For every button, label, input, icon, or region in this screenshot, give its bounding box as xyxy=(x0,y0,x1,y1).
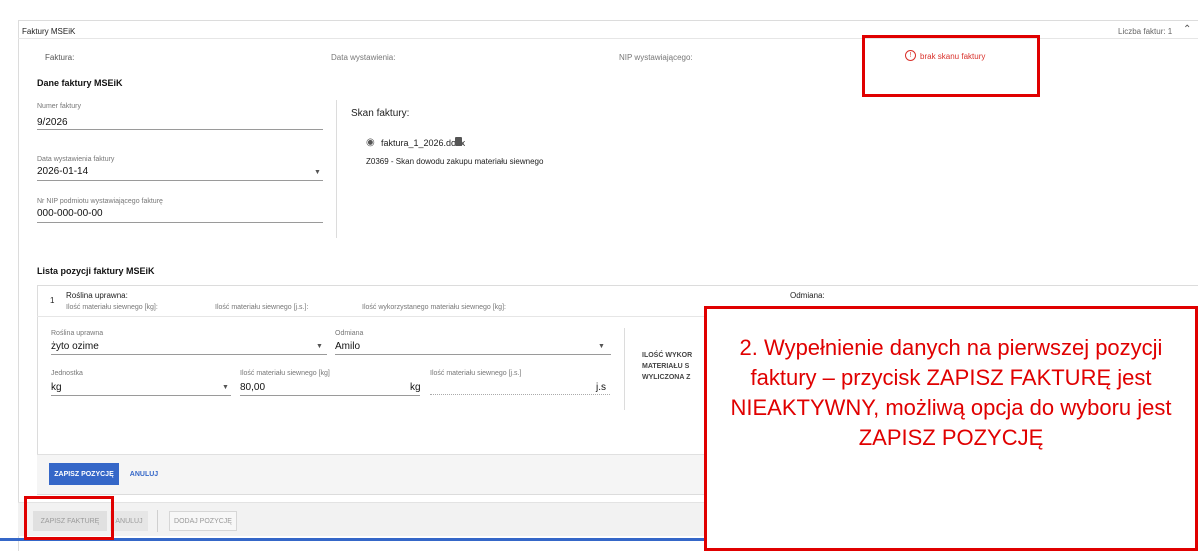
scan-file-link[interactable]: faktura_1_2026.docx xyxy=(381,138,465,148)
cancel-invoice-button[interactable]: ANULUJ xyxy=(110,511,148,531)
panel-title: Faktury MSEiK xyxy=(22,27,76,36)
form-divider xyxy=(624,328,625,410)
save-invoice-highlight-box xyxy=(24,496,114,540)
calc-label-line1: ILOŚĆ WYKOR xyxy=(642,352,693,359)
variety-select[interactable]: Amilo xyxy=(335,341,360,352)
calc-label-line3: WYLICZONA Z xyxy=(642,374,691,381)
date-dropdown-caret-icon[interactable]: ▼ xyxy=(314,169,321,176)
cancel-position-button[interactable]: ANULUJ xyxy=(124,463,164,485)
qty-kg-suffix: kg xyxy=(410,382,421,393)
invoice-date-input[interactable]: 2026-01-14 xyxy=(37,166,88,177)
trash-icon[interactable] xyxy=(455,137,462,146)
invoice-count: Liczba faktur: 1 xyxy=(1118,27,1173,36)
collapse-chevron-icon[interactable]: ⌃ xyxy=(1183,24,1191,35)
annotation-callout: 2. Wypełnienie danych na pierwszej pozyc… xyxy=(704,306,1198,551)
invoice-date-label: Data wystawienia faktury xyxy=(37,156,115,163)
variety-label: Odmiana xyxy=(335,330,364,337)
eye-icon[interactable]: ◉ xyxy=(366,137,375,148)
crop-select[interactable]: żyto ozime xyxy=(51,341,99,352)
variety-underline xyxy=(335,354,611,355)
annotation-text: 2. Wypełnienie danych na pierwszej pozyc… xyxy=(730,335,1172,450)
qty-kg-input[interactable]: 80,00 xyxy=(240,382,265,393)
unit-label: Jednostka xyxy=(51,370,83,377)
add-position-button[interactable]: DODAJ POZYCJĘ xyxy=(169,511,237,531)
unit-underline xyxy=(51,395,231,396)
unit-select[interactable]: kg xyxy=(51,382,62,393)
warning-highlight-box xyxy=(862,35,1040,97)
qty-kg-header: Ilość materiału siewnego [kg]: xyxy=(66,304,158,311)
qty-used-header: Ilość wykorzystanego materiału siewnego … xyxy=(362,304,506,311)
invoice-nip-input[interactable]: 000-000-00-00 xyxy=(37,208,103,219)
variety-header: Odmiana: xyxy=(790,291,825,300)
summary-nip-label: NIP wystawiającego: xyxy=(619,53,693,62)
invoice-date-underline xyxy=(37,180,323,181)
invoice-section-title: Dane faktury MSEiK xyxy=(37,78,123,88)
invoice-number-input[interactable]: 9/2026 xyxy=(37,117,68,128)
invoice-number-label: Numer faktury xyxy=(37,103,81,110)
invoice-nip-underline xyxy=(37,222,323,223)
crop-header: Roślina uprawna: xyxy=(66,291,128,300)
qty-js-input[interactable] xyxy=(430,380,610,395)
qty-kg-underline xyxy=(240,395,420,396)
position-number: 1 xyxy=(50,296,55,305)
variety-dropdown-caret-icon[interactable]: ▼ xyxy=(598,343,605,350)
calc-label-line2: MATERIAŁU S xyxy=(642,363,690,370)
crop-dropdown-caret-icon[interactable]: ▼ xyxy=(316,343,323,350)
invoice-nip-label: Nr NIP podmiotu wystawiającego fakturę xyxy=(37,198,163,205)
save-position-button[interactable]: ZAPISZ POZYCJĘ xyxy=(49,463,119,485)
qty-js-label: Ilość materiału siewnego [j.s.] xyxy=(430,370,522,377)
summary-date-label: Data wystawienia: xyxy=(331,53,396,62)
footer-divider xyxy=(157,510,158,532)
crop-underline xyxy=(51,354,327,355)
summary-invoice-label: Faktura: xyxy=(45,53,75,62)
qty-kg-label: Ilość materiału siewnego [kg] xyxy=(240,370,330,377)
qty-js-header: Ilość materiału siewnego [j.s.]: xyxy=(215,304,309,311)
scan-description: Z0369 - Skan dowodu zakupu materiału sie… xyxy=(366,157,544,166)
crop-label: Roślina uprawna xyxy=(51,330,104,337)
scan-title: Skan faktury: xyxy=(351,108,410,119)
positions-section-title: Lista pozycji faktury MSEiK xyxy=(37,266,155,276)
invoice-number-underline xyxy=(37,129,323,130)
vertical-divider xyxy=(336,100,337,238)
unit-dropdown-caret-icon[interactable]: ▼ xyxy=(222,384,229,391)
